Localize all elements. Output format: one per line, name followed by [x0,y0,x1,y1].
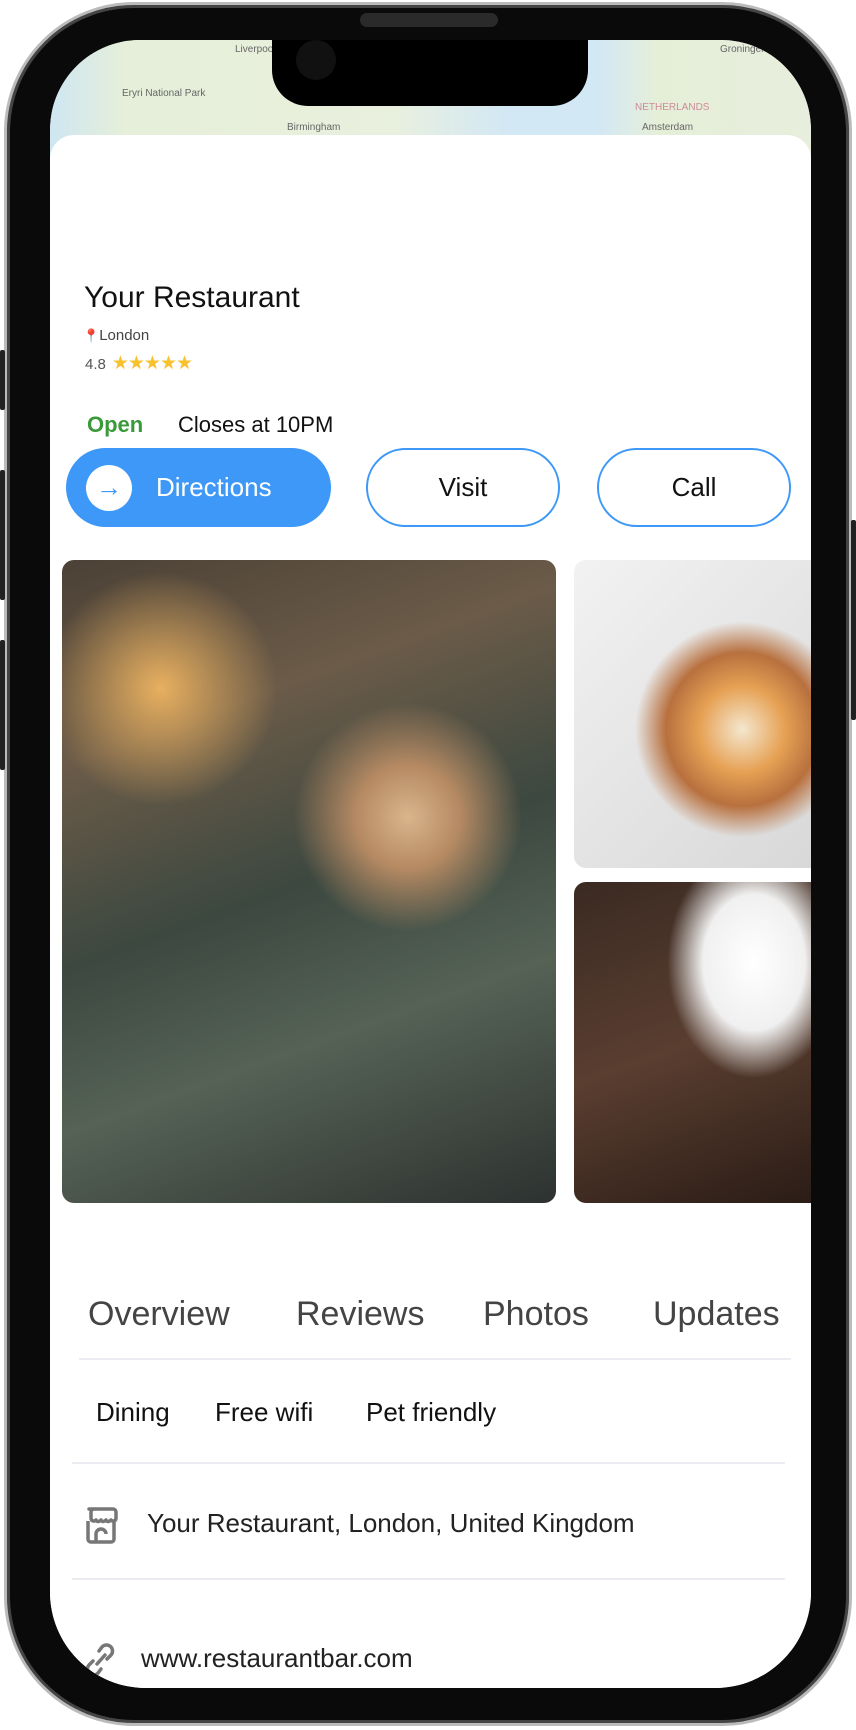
front-camera [296,40,336,80]
arrow-right-icon: → [86,464,132,511]
photo-bartender[interactable] [62,560,556,1203]
address[interactable]: Your Restaurant, London, United Kingdom [147,1508,635,1539]
tab-photos[interactable]: Photos [483,1295,589,1334]
screen: Liverpool Eryri National Park Birmingham… [50,40,811,1688]
rating: 4.8 ★★★★★ [85,352,193,375]
place-card: Your Restaurant 📍London 4.8 ★★★★★ Open Cl… [50,135,811,1688]
place-title: Your Restaurant [84,281,300,314]
location: 📍London [83,327,149,344]
directions-label: Directions [156,472,272,502]
map-label: Eryri National Park [122,88,206,99]
speaker [360,13,498,27]
volume-up-button [0,470,5,600]
rating-value: 4.8 [85,356,106,373]
tab-reviews[interactable]: Reviews [296,1295,424,1334]
map-label: Birmingham [287,122,341,133]
amenity-free-wifi: Free wifi [215,1397,314,1427]
photo-dessert-plate[interactable] [574,882,811,1203]
visit-label: Visit [438,472,488,502]
power-button [851,520,856,720]
amenity-pet-friendly: Pet friendly [366,1397,497,1427]
map-label: NETHERLANDS [635,102,710,113]
divider [72,1578,785,1580]
pin-icon: 📍 [83,328,100,343]
map-label: Groningen [720,44,767,55]
link-icon [85,1643,115,1677]
closing-time: Closes at 10PM [178,412,334,437]
map-label: Amsterdam [642,122,694,133]
divider [72,1462,785,1464]
volume-down-button [0,640,5,770]
directions-button[interactable]: → Directions [66,448,331,527]
photo-bao-bun[interactable] [574,560,811,868]
open-status: Open [87,412,144,437]
mute-switch [0,350,5,410]
website-link[interactable]: www.restaurantbar.com [141,1643,413,1674]
call-button[interactable]: Call [597,448,791,527]
tab-overview[interactable]: Overview [88,1295,230,1334]
call-label: Call [671,472,717,502]
storefront-icon [86,1507,118,1544]
star-rating-icon: ★★★★★ [111,353,193,374]
amenity-dining: Dining [96,1397,170,1427]
tab-updates[interactable]: Updates [653,1295,780,1334]
divider [79,1358,791,1360]
notch [272,40,588,106]
map-label: Liverpool [235,44,276,55]
visit-button[interactable]: Visit [366,448,560,527]
location-text: London [99,327,150,344]
